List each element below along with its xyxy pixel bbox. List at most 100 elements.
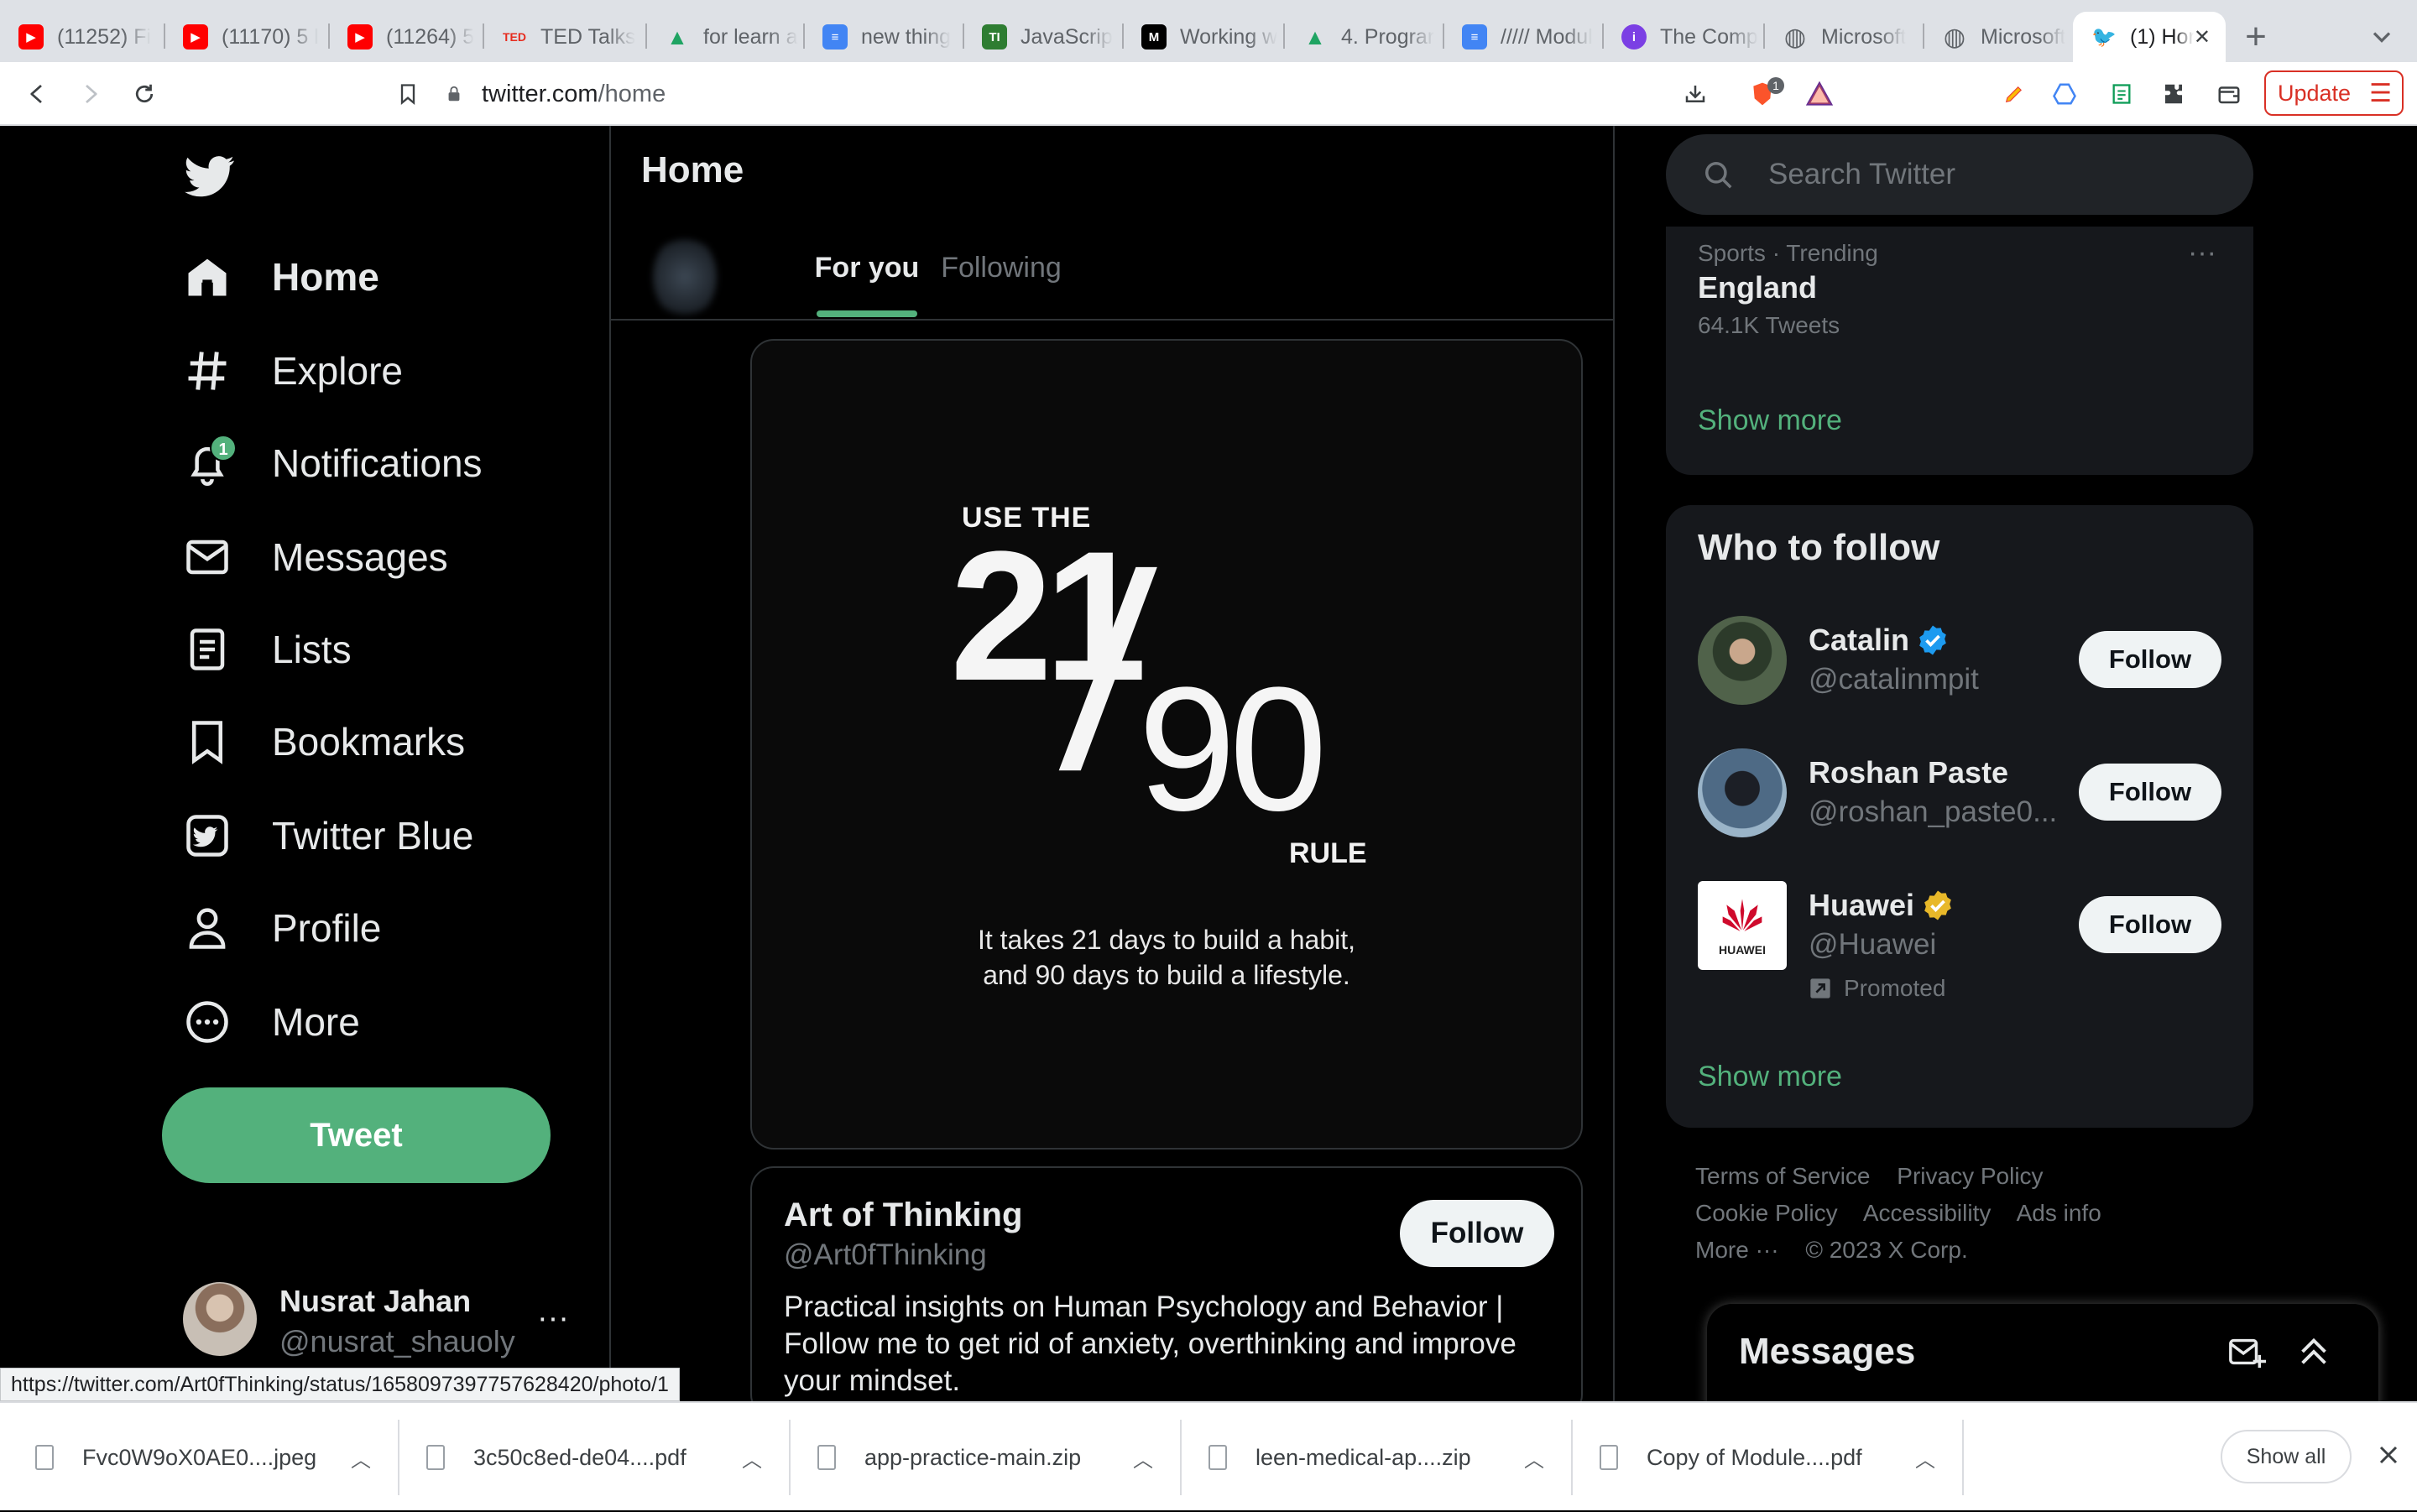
extension-pen-icon[interactable] [1997,77,2031,111]
profile-card[interactable]: Art of Thinking @Art0fThinking Follow Pr… [750,1166,1583,1401]
trend-context: Sports · Trending [1698,240,1878,266]
close-tab-icon[interactable]: ✕ [2194,25,2211,50]
download-options-chevron-icon[interactable]: ︿ [1133,1443,1153,1473]
download-options-chevron-icon[interactable]: ︿ [1524,1443,1544,1473]
youtube-icon: ▶ [347,24,373,50]
nav-twitter-blue[interactable]: Twitter Blue [185,802,473,869]
download-item[interactable]: leen-medical-ap....zip ︿ [1208,1403,1561,1512]
youtube-icon: ▶ [183,24,208,50]
who-show-more-link[interactable]: Show more [1698,1061,1842,1093]
follow-button-art-of-thinking[interactable]: Follow [1400,1200,1554,1267]
huawei-logo-icon [1722,899,1762,931]
forward-icon[interactable] [74,77,107,111]
show-all-downloads-button[interactable]: Show all [2221,1430,2352,1483]
footer-ads-link[interactable]: Ads info [2017,1200,2101,1226]
google-drive-icon: ▲ [1304,23,1326,50]
download-item[interactable]: Fvc0W9oX0AE0....jpeg ︿ [35,1403,388,1512]
browser-tab[interactable]: ◍ Microsoft [1924,12,2073,62]
footer-accessibility-link[interactable]: Accessibility [1863,1200,1991,1226]
nav-profile[interactable]: Profile [185,894,381,962]
nav-notifications[interactable]: 1 Notifications [185,430,483,497]
browser-tab[interactable]: ▶ (11170) 5 l [164,12,329,62]
nav-explore[interactable]: Explore [185,337,403,404]
tweet-image[interactable]: USE THE 21 / 90 RULE It takes 21 days to… [750,339,1583,1150]
follow-button-roshan[interactable]: Follow [2079,764,2221,821]
account-more-icon[interactable]: ··· [537,1301,569,1337]
who-name-catalin[interactable]: Catalin [1809,623,1950,658]
messages-drawer[interactable]: Messages [1707,1304,2378,1401]
browser-tab[interactable]: ▲ for learn a [646,12,804,62]
follow-button-catalin[interactable]: Follow [2079,631,2221,688]
download-item[interactable]: 3c50c8ed-de04....pdf ︿ [426,1403,779,1512]
download-options-chevron-icon[interactable]: ︿ [742,1443,762,1473]
nav-lists[interactable]: Lists [185,616,352,683]
browser-tab[interactable]: M Working w [1123,12,1284,62]
download-filename: Fvc0W9oX0AE0....jpeg [82,1444,317,1470]
footer-cookie-link[interactable]: Cookie Policy [1695,1200,1838,1226]
expand-up-icon[interactable] [2294,1332,2333,1371]
who-handle-2: @Huawei [1809,928,1937,961]
nav-label: Messages [272,535,448,579]
show-all-label: Show all [2246,1444,2326,1468]
tab-following[interactable]: Following [896,252,1106,321]
wallet-icon[interactable] [2212,77,2246,111]
back-icon[interactable] [20,77,54,111]
search-input[interactable] [1768,151,2221,198]
browser-tab[interactable]: ◍ Microsoft [1764,12,1924,62]
search-box[interactable] [1666,134,2253,215]
nav-bookmarks[interactable]: Bookmarks [185,708,465,775]
tab-title: (11264) 5 [386,24,475,49]
google-docs-icon: ≡ [822,24,848,50]
close-downloads-icon[interactable] [2373,1440,2404,1470]
extension-drive-icon[interactable] [2048,77,2081,111]
profile-name[interactable]: Art of Thinking [784,1197,1022,1234]
download-options-chevron-icon[interactable]: ︿ [1915,1443,1935,1473]
trends-show-more-link[interactable]: Show more [1698,404,1842,437]
browser-tab[interactable]: ≡ ///// Modul [1443,12,1603,62]
who-name-huawei[interactable]: Huawei [1809,888,1955,923]
extension-sheet-icon[interactable] [2105,77,2138,111]
new-tab-button[interactable]: + [2237,18,2274,55]
footer-more-link[interactable]: More ··· [1695,1237,1779,1263]
nav-label: Bookmarks [272,720,466,764]
browser-tab[interactable]: TI JavaScrip [963,12,1123,62]
twitter-logo-icon[interactable] [183,151,237,201]
footer-terms-link[interactable]: Terms of Service [1695,1163,1871,1189]
trend-name[interactable]: England [1698,270,1817,305]
footer-privacy-link[interactable]: Privacy Policy [1897,1163,2043,1189]
nav-home[interactable]: Home [185,243,379,310]
download-separator [398,1420,399,1495]
tab-search-chevron-icon[interactable] [2367,22,2397,52]
browser-tab[interactable]: i The Comp [1603,12,1764,62]
avatar-roshan[interactable] [1698,748,1787,837]
download-options-chevron-icon[interactable]: ︿ [351,1443,371,1473]
footer-row-2: Cookie Policy Accessibility Ads info [1695,1195,2232,1232]
image-caption-1: It takes 21 days to build a habit, [977,925,1356,955]
file-icon [35,1445,54,1470]
reload-icon[interactable] [128,77,161,111]
browser-tab[interactable]: ▶ (11252) Fi [0,12,164,62]
download-item[interactable]: Copy of Module....pdf ︿ [1600,1403,1952,1512]
nav-more[interactable]: More [185,988,360,1056]
browser-tab[interactable]: ≡ new thing [804,12,963,62]
address-bar[interactable]: twitter.com/home [445,76,1855,112]
extensions-puzzle-icon[interactable] [2157,77,2190,111]
profile-handle: @Art0fThinking [784,1238,987,1271]
nav-messages[interactable]: Messages [185,524,448,591]
browser-tab[interactable]: 🐦 (1) Hor ✕ [2073,12,2226,62]
new-message-icon[interactable] [2227,1332,2266,1371]
browser-update-button[interactable]: Update ☰ [2264,70,2404,116]
browser-tab[interactable]: ▲ 4. Prograr [1284,12,1443,62]
tweet-button[interactable]: Tweet [162,1087,551,1183]
browser-tab[interactable]: TED TED Talks [483,12,646,62]
avatar-catalin[interactable] [1698,616,1787,705]
browser-tab[interactable]: ▶ (11264) 5 [329,12,483,62]
avatar-huawei[interactable]: HUAWEI [1698,881,1787,970]
nav-label: More [272,1000,360,1044]
account-switcher[interactable]: Nusrat Jahan @nusrat_shauoly ··· [183,1282,569,1366]
who-name-1[interactable]: Roshan Paste [1809,755,2008,790]
trend-more-icon[interactable]: ··· [2188,237,2216,269]
follow-button-huawei[interactable]: Follow [2079,896,2221,953]
download-item[interactable]: app-practice-main.zip ︿ [817,1403,1170,1512]
bookmark-page-icon[interactable] [391,77,425,111]
